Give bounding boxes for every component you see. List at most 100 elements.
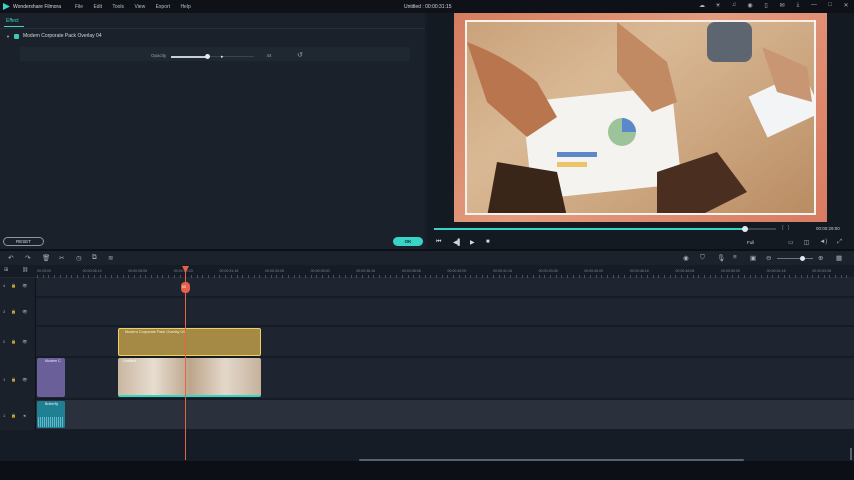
- opacity-label: Opacity: [151, 53, 167, 58]
- playback-quality-select[interactable]: Full: [747, 240, 754, 245]
- opacity-slider-handle[interactable]: [205, 53, 211, 59]
- zoom-in-icon[interactable]: ⊕: [818, 254, 823, 262]
- shield-icon[interactable]: ⛉: [700, 254, 705, 262]
- track-row-3[interactable]: [36, 298, 854, 326]
- ruler-timecode: 00:00:26:14: [82, 269, 102, 273]
- timeline-horizontal-scrollbar[interactable]: [359, 459, 744, 461]
- record-screen-icon[interactable]: ▣: [750, 254, 756, 262]
- delete-icon[interactable]: 🗑: [42, 254, 50, 262]
- eye-icon[interactable]: 👁: [22, 339, 27, 344]
- download-icon[interactable]: ⤓: [794, 2, 802, 9]
- eye-icon[interactable]: 👁: [22, 309, 27, 314]
- ruler-timecode: 00:00:48:08: [675, 269, 695, 273]
- menu-view[interactable]: View: [134, 4, 145, 10]
- track-row-4[interactable]: [36, 278, 854, 297]
- crop-icon[interactable]: ⧉: [92, 254, 97, 262]
- lightbulb-icon[interactable]: ☀: [714, 2, 722, 9]
- lock-icon[interactable]: 🔒: [11, 413, 16, 418]
- menu-tools[interactable]: Tools: [112, 4, 124, 10]
- track-header-1: 1 🔒 👁: [3, 376, 28, 382]
- menu-edit[interactable]: Edit: [93, 4, 102, 10]
- effect-panel: Effect ▼ Modern Corporate Pack Overlay 0…: [0, 13, 425, 249]
- ruler-timecode: 00:00:50:00: [721, 269, 740, 273]
- eye-icon[interactable]: 👁: [22, 377, 27, 382]
- add-track-icon[interactable]: ⊞: [4, 267, 8, 273]
- status-strip: [0, 461, 854, 480]
- opacity-value-field[interactable]: 44: [258, 52, 280, 60]
- speaker-icon[interactable]: ◄: [22, 413, 26, 418]
- preview-scrub-handle[interactable]: [742, 226, 749, 232]
- audio-icon[interactable]: ≡: [733, 254, 737, 261]
- fullscreen-icon[interactable]: ⤢: [837, 239, 842, 246]
- redo-icon[interactable]: ↷: [25, 254, 30, 262]
- maximize-icon[interactable]: □: [826, 2, 834, 9]
- ruler-timecode: 00:00:43:08: [538, 269, 558, 273]
- headset-icon[interactable]: ♫: [730, 2, 738, 9]
- checkbox-icon[interactable]: [13, 33, 19, 39]
- preview-image: [465, 20, 816, 215]
- close-icon[interactable]: ✕: [842, 2, 850, 9]
- render-icon[interactable]: ◉: [683, 254, 689, 262]
- video-clip[interactable]: Untitled: [118, 358, 261, 397]
- play-icon[interactable]: ▶: [470, 239, 475, 246]
- stop-icon[interactable]: ■: [486, 239, 490, 245]
- menu-help[interactable]: Help: [180, 4, 190, 10]
- ruler-timecode: 00:00:45:00: [584, 269, 604, 273]
- ruler-timecode: 00:00:35:00: [310, 269, 330, 273]
- tab-effect[interactable]: Effect: [6, 18, 19, 24]
- playhead-line[interactable]: [185, 266, 186, 460]
- lock-icon[interactable]: 🔒: [11, 339, 16, 344]
- cloud-icon[interactable]: ☁: [698, 2, 706, 9]
- ruler-timecode: 00:00:53:08: [812, 269, 832, 273]
- undo-icon[interactable]: ↶: [8, 254, 13, 262]
- menu-file[interactable]: File: [75, 4, 83, 10]
- lock-icon[interactable]: 🔒: [11, 309, 16, 314]
- audio-track-row[interactable]: [36, 400, 854, 430]
- ok-button[interactable]: OK: [393, 237, 423, 246]
- microphone-icon[interactable]: 🎙: [717, 254, 725, 262]
- eye-icon[interactable]: 👁: [22, 283, 27, 288]
- audio-clip[interactable]: Butterfly: [37, 401, 65, 428]
- reset-button[interactable]: RESET: [3, 237, 44, 246]
- mark-in-out-icon[interactable]: { }: [782, 225, 790, 231]
- menu-bar: File Edit Tools View Export Help: [75, 4, 200, 10]
- zoom-slider-handle[interactable]: [800, 256, 805, 261]
- speed-icon[interactable]: ◷: [76, 254, 82, 262]
- mail-icon[interactable]: ✉: [778, 2, 786, 9]
- track-header-3: 3 🔒 👁: [3, 308, 28, 314]
- cut-icon[interactable]: ✂: [59, 254, 64, 262]
- timeline-ruler[interactable]: ⊞ ⛓ 00:25:00 00:00:26:14 00:00:28:08 00:00:…: [0, 265, 854, 278]
- zoom-out-icon[interactable]: ⊖: [766, 254, 771, 262]
- volume-icon[interactable]: ◄): [819, 239, 827, 246]
- overlay-clip[interactable]: Modern Corporate Pack Overlay 04: [118, 328, 261, 356]
- bookmark-icon[interactable]: ▯: [762, 2, 770, 9]
- title-clip[interactable]: Modern C: [37, 358, 65, 397]
- tab-underline: [4, 26, 24, 27]
- account-icon[interactable]: ◉: [746, 2, 754, 9]
- preview-video-frame: [454, 13, 827, 222]
- timeline-tracks[interactable]: Modern Corporate Pack Overlay 04 Untitle…: [36, 278, 854, 430]
- document-title: Untitled : 00:00:31:15: [404, 4, 452, 10]
- chevron-down-icon[interactable]: ▼: [6, 34, 10, 39]
- filmora-logo-icon: [3, 3, 10, 10]
- step-back-frame-icon[interactable]: ◀▌: [453, 239, 462, 246]
- minimize-icon[interactable]: —: [810, 2, 818, 9]
- step-back-icon[interactable]: ⏮: [436, 239, 441, 246]
- reset-icon[interactable]: ↺: [297, 51, 303, 59]
- ruler-timecode: 00:00:33:08: [265, 269, 284, 273]
- effect-item[interactable]: ▼ Modern Corporate Pack Overlay 04: [6, 33, 102, 39]
- playhead-handle[interactable]: 00: [181, 282, 190, 293]
- display-icon[interactable]: ▭: [788, 239, 794, 246]
- grid-icon[interactable]: ▦: [836, 254, 842, 262]
- timeline-vertical-scrollbar[interactable]: [850, 448, 852, 460]
- lock-icon[interactable]: 🔒: [11, 377, 16, 382]
- track-header-4: 4 🔒 👁: [3, 282, 28, 288]
- zoom-slider-track[interactable]: [777, 258, 813, 259]
- title-clip-label: Modern C: [45, 359, 61, 363]
- ruler-timecode: 00:00:31:18: [219, 269, 239, 273]
- link-icon[interactable]: ⛓: [22, 267, 28, 273]
- lock-icon[interactable]: 🔒: [11, 283, 16, 288]
- snapshot-icon[interactable]: ◫: [804, 239, 810, 246]
- audio-mixer-icon[interactable]: ≋: [108, 254, 113, 262]
- menu-export[interactable]: Export: [156, 4, 170, 10]
